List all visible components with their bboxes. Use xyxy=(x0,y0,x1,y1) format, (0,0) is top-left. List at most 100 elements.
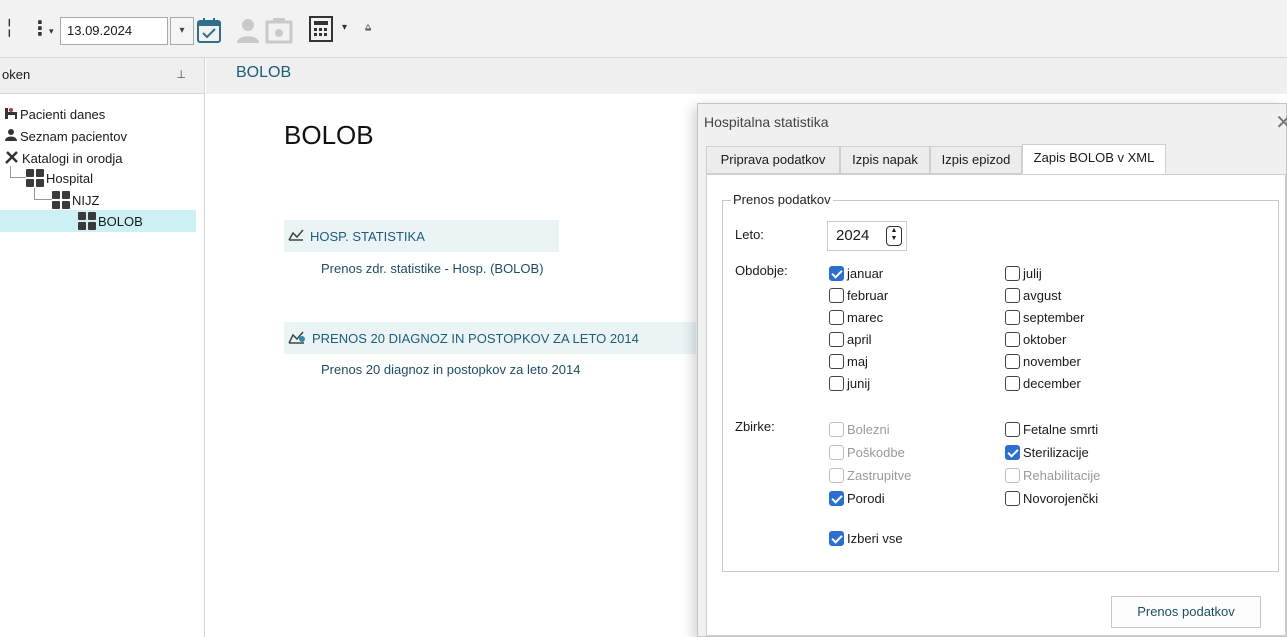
section-prenos-20-diagnoz[interactable]: PRENOS 20 DIAGNOZ IN POSTOPKOV ZA LETO 2… xyxy=(284,322,696,354)
obdobje-label: Obdobje: xyxy=(735,263,788,278)
link-prenos-zdr-statistike[interactable]: Prenos zdr. statistike - Hosp. (BOLOB) xyxy=(321,261,544,276)
checkbox-label: februar xyxy=(847,287,889,303)
zbirka-novorojencki[interactable]: Novorojenčki xyxy=(1005,488,1098,508)
tree-item-label: BOLOB xyxy=(98,213,143,229)
checkbox[interactable] xyxy=(1005,375,1020,391)
tree-item-nijz[interactable]: NIJZ xyxy=(52,190,99,210)
month-januar[interactable]: januar xyxy=(829,263,883,283)
tree-item-katalogi[interactable]: Katalogi in orodja xyxy=(4,148,122,168)
checkbox-checked[interactable] xyxy=(1005,444,1020,460)
link-prenos-20-diagnoz[interactable]: Prenos 20 diagnoz in postopkov za leto 2… xyxy=(321,362,580,377)
checkbox-disabled[interactable] xyxy=(829,444,844,460)
prenos-podatkov-button[interactable]: Prenos podatkov xyxy=(1111,596,1261,628)
leto-spinner[interactable]: 2024 ▲ ▼ xyxy=(827,221,907,251)
checkbox-label: Rehabilitacije xyxy=(1023,467,1101,483)
checkbox[interactable] xyxy=(1005,421,1020,437)
checkbox-checked[interactable] xyxy=(829,265,844,281)
checkbox-disabled[interactable] xyxy=(1005,467,1020,483)
checkbox[interactable] xyxy=(829,287,844,303)
month-avgust[interactable]: avgust xyxy=(1005,285,1061,305)
month-marec[interactable]: marec xyxy=(829,307,883,327)
more-vertical-icon[interactable]: ⋮ xyxy=(30,16,50,41)
checkbox-label: november xyxy=(1023,353,1081,369)
month-oktober[interactable]: oktober xyxy=(1005,329,1066,349)
month-maj[interactable]: maj xyxy=(829,351,868,371)
month-julij[interactable]: julij xyxy=(1005,263,1042,283)
hospitalna-statistika-dialog: Hospitalna statistika ✕ Priprava podatko… xyxy=(697,103,1287,637)
zbirka-bolezni[interactable]: Bolezni xyxy=(829,419,890,439)
zbirka-porodi[interactable]: Porodi xyxy=(829,488,885,508)
tab-zapis-bolob-xml[interactable]: Zapis BOLOB v XML xyxy=(1022,144,1166,174)
checkbox[interactable] xyxy=(829,375,844,391)
checkbox[interactable] xyxy=(1005,309,1020,325)
group-label: Prenos podatkov xyxy=(731,192,833,207)
zbirka-fetalne-smrti[interactable]: Fetalne smrti xyxy=(1005,419,1098,439)
tab-izpis-napak[interactable]: Izpis napak xyxy=(840,146,930,174)
section-hosp-statistika[interactable]: HOSP. STATISTIKA xyxy=(284,220,559,252)
tree-connector xyxy=(10,166,26,178)
leto-value: 2024 xyxy=(836,227,870,244)
tab-content: Prenos podatkov Leto: 2024 ▲ ▼ Obdobje: j… xyxy=(706,174,1286,636)
month-december[interactable]: december xyxy=(1005,373,1081,393)
date-field[interactable]: ▾ 13.09.2024 xyxy=(49,17,168,45)
page-title: BOLOB xyxy=(284,120,374,150)
checkbox-disabled[interactable] xyxy=(829,421,844,437)
dialog-title: Hospitalna statistika xyxy=(704,114,829,130)
users-icon xyxy=(4,128,18,145)
chevron-down-icon[interactable]: ▾ xyxy=(49,18,54,44)
overflow-icon[interactable]: ⩠ xyxy=(365,22,371,33)
select-all-checkbox[interactable]: Izberi vse xyxy=(829,528,903,548)
month-junij[interactable]: junij xyxy=(829,373,870,393)
checkbox-disabled[interactable] xyxy=(829,467,844,483)
checkbox[interactable] xyxy=(1005,331,1020,347)
grid-icon xyxy=(26,169,44,187)
tree-item-hospital[interactable]: Hospital xyxy=(26,168,93,188)
tree-item-seznam-pacientov[interactable]: Seznam pacientov xyxy=(4,126,127,146)
zbirka-zastrupitve[interactable]: Zastrupitve xyxy=(829,465,911,485)
zbirka-rehabilitacije[interactable]: Rehabilitacije xyxy=(1005,465,1100,485)
close-icon[interactable]: ✕ xyxy=(1275,110,1287,135)
tab-priprava-podatkov[interactable]: Priprava podatkov xyxy=(706,146,840,174)
checkbox-checked[interactable] xyxy=(829,490,844,506)
chart-upload-icon xyxy=(288,330,306,347)
calculator-grid-icon[interactable] xyxy=(308,15,334,46)
tree-item-label: Seznam pacientov xyxy=(20,128,127,144)
tree-item-bolob[interactable]: BOLOB xyxy=(78,211,143,231)
checkbox[interactable] xyxy=(829,353,844,369)
month-november[interactable]: november xyxy=(1005,351,1081,371)
user-icon xyxy=(234,16,262,47)
date-dropdown-button[interactable]: ▾ xyxy=(170,17,194,45)
tree-item-pacienti-danes[interactable]: Pacienti danes xyxy=(4,104,105,124)
checkbox[interactable] xyxy=(829,309,844,325)
zbirka-sterilizacije[interactable]: Sterilizacije xyxy=(1005,442,1089,462)
checkbox[interactable] xyxy=(1005,287,1020,303)
checkbox-label: Poškodbe xyxy=(847,444,905,460)
checkbox-label: april xyxy=(847,331,872,347)
checkbox[interactable] xyxy=(829,331,844,347)
calendar-check-icon[interactable] xyxy=(196,16,222,47)
checkbox-label: Zastrupitve xyxy=(847,467,912,483)
zbirka-poskodbe[interactable]: Poškodbe xyxy=(829,442,905,462)
toolbar-fragment-icon[interactable]: ╎ xyxy=(4,18,15,39)
month-april[interactable]: april xyxy=(829,329,872,349)
checkbox-label: december xyxy=(1023,375,1081,391)
month-september[interactable]: september xyxy=(1005,307,1084,327)
checkbox-label: avgust xyxy=(1023,287,1062,303)
grid-icon xyxy=(52,191,70,209)
breadcrumb: BOLOB xyxy=(236,64,292,81)
tree-item-label: Pacienti danes xyxy=(20,106,106,122)
section-title: HOSP. STATISTIKA xyxy=(310,228,425,244)
chevron-down-icon[interactable]: ▾ xyxy=(342,22,347,33)
section-title: PRENOS 20 DIAGNOZ IN POSTOPKOV ZA LETO 2… xyxy=(312,330,639,346)
checkbox[interactable] xyxy=(1005,265,1020,281)
tab-izpis-epizod[interactable]: Izpis epizod xyxy=(930,146,1022,174)
checkbox[interactable] xyxy=(1005,353,1020,369)
checkbox-label: september xyxy=(1023,309,1085,325)
checkbox[interactable] xyxy=(1005,490,1020,506)
zbirke-label: Zbirke: xyxy=(735,419,775,434)
spinner-arrows-icon[interactable]: ▲ ▼ xyxy=(886,226,902,246)
month-februar[interactable]: februar xyxy=(829,285,888,305)
tree-connector xyxy=(34,188,52,200)
checkbox-checked[interactable] xyxy=(829,530,844,546)
pin-icon[interactable]: ⊥ xyxy=(176,58,186,92)
